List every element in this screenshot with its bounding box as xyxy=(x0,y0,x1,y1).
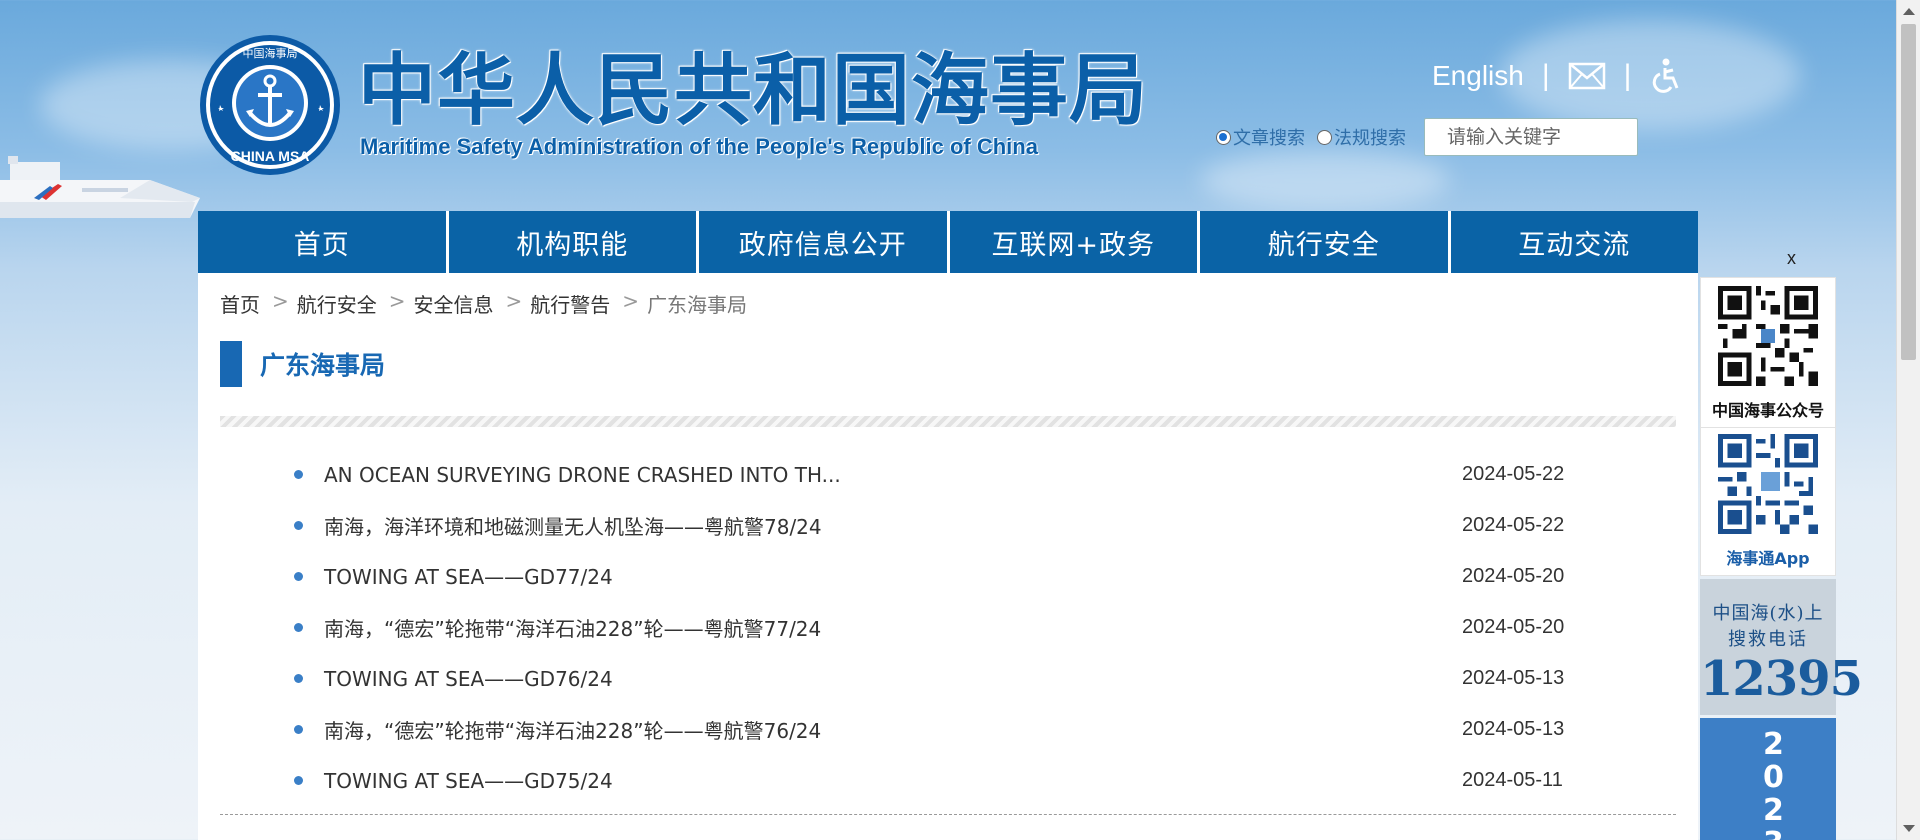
sidebar-close-button[interactable]: x xyxy=(1787,248,1796,269)
list-item[interactable]: AN OCEAN SURVEYING DRONE CRASHED INTO TH… xyxy=(294,449,1594,500)
news-title-link[interactable]: 南海，海洋环境和地磁测量无人机坠海——粤航警78/24 xyxy=(324,511,1594,540)
news-title-link[interactable]: 南海，“德宏”轮拖带“海洋石油228”轮——粤航警76/24 xyxy=(324,715,1594,744)
nav-item-navigation-safety[interactable]: 航行安全 xyxy=(1200,211,1451,273)
nav-item-home[interactable]: 首页 xyxy=(198,211,449,273)
scroll-down-icon[interactable] xyxy=(1903,825,1915,832)
logo-ring-text: 中国海事局 xyxy=(243,46,298,60)
news-title-link[interactable]: AN OCEAN SURVEYING DRONE CRASHED INTO TH… xyxy=(324,463,1594,487)
search-input[interactable] xyxy=(1424,118,1638,156)
hotline-line2: 搜救电话 xyxy=(1728,629,1808,650)
year-suffix: 年 xyxy=(1786,832,1816,840)
separator: | xyxy=(1541,59,1550,92)
accessibility-icon[interactable] xyxy=(1649,58,1681,94)
breadcrumb-separator: > xyxy=(388,289,406,313)
list-bottom-divider xyxy=(220,814,1676,815)
breadcrumb-navigation-safety[interactable]: 航行安全 xyxy=(297,289,377,318)
qr-label-app: 海事通App xyxy=(1726,549,1810,568)
breadcrumb-separator: > xyxy=(622,289,640,313)
logo-text: CHINA MSA xyxy=(231,148,310,164)
news-date: 2024-05-20 xyxy=(1462,616,1565,638)
msa-logo-icon[interactable]: CHINA MSA 中国海事局 xyxy=(198,33,342,177)
nav-item-functions[interactable]: 机构职能 xyxy=(448,211,699,273)
rescue-hotline-banner[interactable]: 中国海(水)上 搜救电话 12395 xyxy=(1700,579,1863,715)
annual-report-banner[interactable]: 2 0 2 3 年 xyxy=(1700,718,1836,840)
list-item[interactable]: TOWING AT SEA——GD76/24 2024-05-13 xyxy=(294,653,1594,704)
news-list: AN OCEAN SURVEYING DRONE CRASHED INTO TH… xyxy=(294,449,1594,806)
news-date: 2024-05-13 xyxy=(1462,667,1565,689)
breadcrumb: 首页 > 航行安全 > 安全信息 > 航行警告 > 广东海事局 xyxy=(220,289,747,318)
bullet-icon xyxy=(294,470,303,479)
mail-icon[interactable] xyxy=(1568,62,1606,90)
bullet-icon xyxy=(294,572,303,581)
news-title-link[interactable]: TOWING AT SEA——GD75/24 xyxy=(324,769,1594,793)
divider-stripe xyxy=(220,416,1676,427)
breadcrumb-separator: > xyxy=(505,289,523,313)
qr-label-wechat: 中国海事公众号 xyxy=(1711,401,1824,420)
hotline-line1: 中国海(水)上 xyxy=(1712,603,1824,624)
qr-card-app[interactable]: 海事通App xyxy=(1700,428,1836,576)
separator: | xyxy=(1623,59,1632,92)
bullet-icon xyxy=(294,725,303,734)
news-title-link[interactable]: TOWING AT SEA——GD76/24 xyxy=(324,667,1594,691)
nav-item-interaction[interactable]: 互动交流 xyxy=(1450,211,1698,273)
radio-law[interactable] xyxy=(1317,129,1332,145)
news-date: 2024-05-20 xyxy=(1462,565,1565,587)
bullet-icon xyxy=(294,674,303,683)
bullet-icon xyxy=(294,623,303,632)
breadcrumb-safety-info[interactable]: 安全信息 xyxy=(414,289,494,318)
news-title-link[interactable]: TOWING AT SEA——GD77/24 xyxy=(324,565,1594,589)
qr-code-icon xyxy=(1718,286,1818,386)
search-option-article[interactable]: 文章搜索 xyxy=(1216,124,1305,150)
nav-item-internet-gov[interactable]: 互联网+政务 xyxy=(949,211,1200,273)
breadcrumb-nav-warnings[interactable]: 航行警告 xyxy=(530,289,610,318)
radio-article[interactable] xyxy=(1216,129,1231,145)
year-digits: 2 0 2 3 xyxy=(1763,727,1784,840)
english-link[interactable]: English xyxy=(1432,60,1524,92)
news-date: 2024-05-13 xyxy=(1462,718,1565,740)
search-bar: 文章搜索 法规搜索 xyxy=(1216,118,1638,156)
site-title-cn: 中华人民共和国海事局 xyxy=(358,46,1149,136)
list-item[interactable]: TOWING AT SEA——GD75/24 2024-05-11 xyxy=(294,755,1594,806)
list-item[interactable]: TOWING AT SEA——GD77/24 2024-05-20 xyxy=(294,551,1594,602)
ship-illustration xyxy=(0,156,200,218)
qr-code-icon xyxy=(1718,434,1818,534)
list-item[interactable]: 南海，海洋环境和地磁测量无人机坠海——粤航警78/24 2024-05-22 xyxy=(294,500,1594,551)
scroll-thumb[interactable] xyxy=(1901,24,1916,360)
news-date: 2024-05-22 xyxy=(1462,463,1565,485)
section-heading-text: 广东海事局 xyxy=(260,351,386,380)
nav-item-gov-info[interactable]: 政府信息公开 xyxy=(699,211,950,273)
breadcrumb-current: 广东海事局 xyxy=(647,293,748,317)
list-item[interactable]: 南海，“德宏”轮拖带“海洋石油228”轮——粤航警76/24 2024-05-1… xyxy=(294,704,1594,755)
content-panel: 首页 > 航行安全 > 安全信息 > 航行警告 > 广东海事局 广东海事局 AN… xyxy=(198,273,1698,840)
search-option-law[interactable]: 法规搜索 xyxy=(1317,124,1406,150)
site-title-en: Maritime Safety Administration of the Pe… xyxy=(360,134,1038,159)
bullet-icon xyxy=(294,521,303,530)
top-links: English | | xyxy=(1432,58,1681,94)
breadcrumb-separator: > xyxy=(272,289,289,313)
qr-card-wechat[interactable]: 中国海事公众号 xyxy=(1700,277,1836,428)
breadcrumb-home[interactable]: 首页 xyxy=(220,289,260,318)
hotline-number: 12395 xyxy=(1700,651,1863,707)
news-date: 2024-05-11 xyxy=(1462,769,1563,791)
section-heading: 广东海事局 xyxy=(220,341,385,387)
scroll-up-icon[interactable] xyxy=(1903,8,1915,15)
list-item[interactable]: 南海，“德宏”轮拖带“海洋石油228”轮——粤航警77/24 2024-05-2… xyxy=(294,602,1594,653)
bullet-icon xyxy=(294,776,303,785)
news-title-link[interactable]: 南海，“德宏”轮拖带“海洋石油228”轮——粤航警77/24 xyxy=(324,613,1594,642)
main-nav: 首页 机构职能 政府信息公开 互联网+政务 航行安全 互动交流 xyxy=(198,211,1698,273)
floating-sidebar: 中国海事公众号 海事通App 中国海(水)上 搜救电话 12395 2 0 2 xyxy=(1700,277,1863,840)
section-heading-bar xyxy=(220,341,242,387)
news-date: 2024-05-22 xyxy=(1462,514,1565,536)
page-container: CHINA MSA 中国海事局 中华人民共和国海事局 Maritime Safe… xyxy=(198,0,1698,840)
page-scrollbar[interactable] xyxy=(1896,0,1920,840)
